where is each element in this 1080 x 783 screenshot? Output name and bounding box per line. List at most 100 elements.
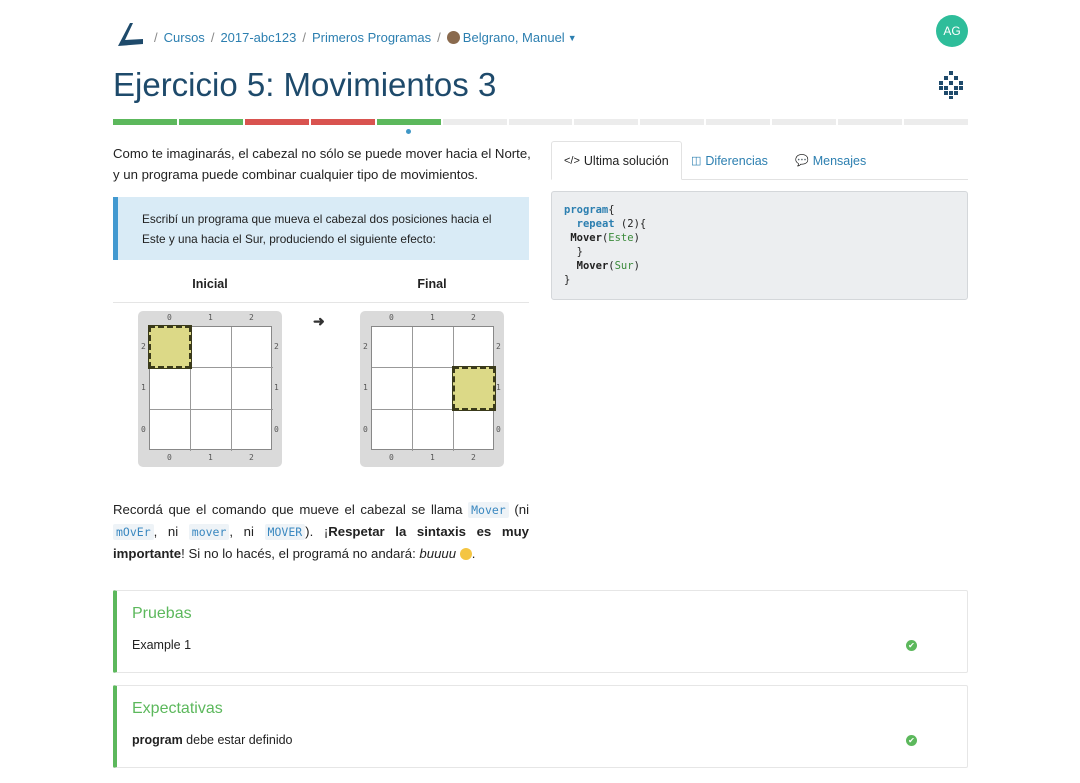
code-token: 2 <box>627 218 634 230</box>
board-coord-label: 1 <box>496 383 501 393</box>
progress-segment[interactable] <box>640 119 705 125</box>
test-row: Example 1 <box>132 638 192 652</box>
progress-segment[interactable] <box>904 119 968 125</box>
code-token: Mover <box>576 260 609 272</box>
progress-segment[interactable] <box>772 119 837 125</box>
breadcrumb-user[interactable]: Belgrano, Manuel <box>463 30 565 45</box>
expectations-title: Expectativas <box>132 700 223 717</box>
board-head-cell <box>148 324 192 370</box>
expectation-text: debe estar definido <box>182 733 293 747</box>
board-coord-label: 0 <box>167 313 172 322</box>
board-coord-label: 0 <box>167 453 172 462</box>
note-italic: buuuu <box>419 546 457 561</box>
code-token: Sur <box>614 260 634 272</box>
board-coord-label: 1 <box>208 453 213 462</box>
progress-segment[interactable] <box>508 119 573 125</box>
current-exercise-indicator <box>406 129 411 134</box>
board-cell <box>150 368 191 410</box>
board-cell <box>413 327 454 369</box>
breadcrumb-course[interactable]: 2017-abc123 <box>220 30 296 45</box>
progress-segment[interactable] <box>178 119 243 125</box>
tab-ultima-solucion[interactable]: </> Ultima solución <box>551 141 682 180</box>
board-cell <box>191 368 232 410</box>
avatar[interactable]: AG <box>936 15 968 47</box>
check-circle-icon: ✔ <box>906 640 917 651</box>
board-coord-label: 0 <box>274 424 279 434</box>
board-cell <box>413 368 454 410</box>
expectations-panel: Expectativas program debe estar definido… <box>113 685 968 768</box>
progress-segment[interactable] <box>574 119 639 125</box>
board-coord-label: 1 <box>430 313 435 322</box>
chat-icon: 💬 <box>795 155 809 167</box>
code-mover: MOVER <box>264 524 306 540</box>
progress-segment[interactable] <box>244 119 309 125</box>
board-coord-label: 1 <box>208 313 213 322</box>
board-cell <box>191 327 232 369</box>
code-mover: mover <box>188 524 230 540</box>
code-icon: </> <box>564 154 580 167</box>
board-cell <box>454 327 495 369</box>
gobstones-icon <box>939 71 963 99</box>
board-grid <box>371 326 496 451</box>
board-cell <box>372 368 413 410</box>
expectation-row: program debe estar definido <box>132 733 293 747</box>
progress-segment[interactable] <box>706 119 771 125</box>
board-cell <box>454 410 495 451</box>
board-coord-label: 2 <box>363 342 368 351</box>
board-coord-label: 0 <box>141 424 146 434</box>
note-text: . <box>471 546 476 561</box>
progress-segment[interactable] <box>838 119 903 125</box>
board-head-cell <box>452 366 496 411</box>
note-text: (ni <box>514 502 529 517</box>
board-coord-label: 2 <box>274 342 279 351</box>
board-cell <box>232 327 273 369</box>
board-coord-label: 2 <box>141 342 146 351</box>
board-coord-label: 1 <box>274 383 279 393</box>
breadcrumb: / Cursos / 2017-abc123 / Primeros Progra… <box>154 30 577 45</box>
code-token: Mover <box>570 232 602 244</box>
board-cell <box>372 409 413 451</box>
progress-segment[interactable] <box>442 119 507 125</box>
board-cell <box>150 409 191 451</box>
breadcrumb-cursos[interactable]: Cursos <box>164 30 205 45</box>
board-coord-label: 0 <box>389 453 394 462</box>
board-coord-label: 2 <box>249 453 254 462</box>
note-text: ni <box>167 524 179 539</box>
page-title: Ejercicio 5: Movimientos 3 <box>113 66 497 103</box>
board-coord-label: 2 <box>249 313 254 322</box>
tab-mensajes[interactable]: 💬 Mensajes <box>783 141 878 180</box>
syntax-note: Recordá que el comando que mueve el cabe… <box>113 499 529 565</box>
scared-emoji-icon <box>459 548 472 560</box>
note-text: Recordá que el comando que mueve el cabe… <box>113 502 463 517</box>
board-coord-label: 0 <box>363 424 368 434</box>
note-text: ). ¡ <box>305 524 329 539</box>
mumuki-logo[interactable] <box>115 20 145 48</box>
code-mover: mOvEr <box>113 524 154 540</box>
arrow-right-icon: ➜ <box>313 313 325 329</box>
tab-label: Mensajes <box>812 153 867 168</box>
tab-diferencias[interactable]: ◫ Diferencias <box>679 141 780 180</box>
expectation-code: program <box>132 733 183 747</box>
solution-code: program{ repeat (2){ Mover(Este) } Mover… <box>551 191 968 300</box>
progress-segment[interactable] <box>310 119 375 125</box>
user-avatar-icon <box>446 31 460 44</box>
solution-tabs: </> Ultima solución ◫ Diferencias 💬 Mens… <box>551 141 968 180</box>
note-text: , ni <box>229 524 254 539</box>
divider <box>113 302 529 303</box>
board-cell <box>372 327 413 369</box>
board-cell <box>191 409 232 451</box>
code-token: repeat <box>576 218 615 230</box>
board-cell <box>413 409 454 451</box>
code-token: program <box>564 204 609 216</box>
note-text: ! Si no lo hacés, el programá no andará: <box>181 546 416 561</box>
board-cell <box>232 368 273 410</box>
progress-segment[interactable] <box>113 119 177 125</box>
breadcrumb-chapter[interactable]: Primeros Programas <box>312 30 431 45</box>
progress-segment[interactable] <box>376 119 441 125</box>
board-coord-label: 0 <box>389 313 394 322</box>
note-text: , <box>153 524 158 539</box>
board-coord-label: 1 <box>141 383 146 393</box>
task-callout: Escribí un programa que mueva el cabezal… <box>113 197 529 260</box>
chevron-down-icon[interactable]: ▼ <box>568 33 577 43</box>
board-initial: 0 0 2 2 1 1 1 1 2 2 0 0 <box>138 311 282 467</box>
